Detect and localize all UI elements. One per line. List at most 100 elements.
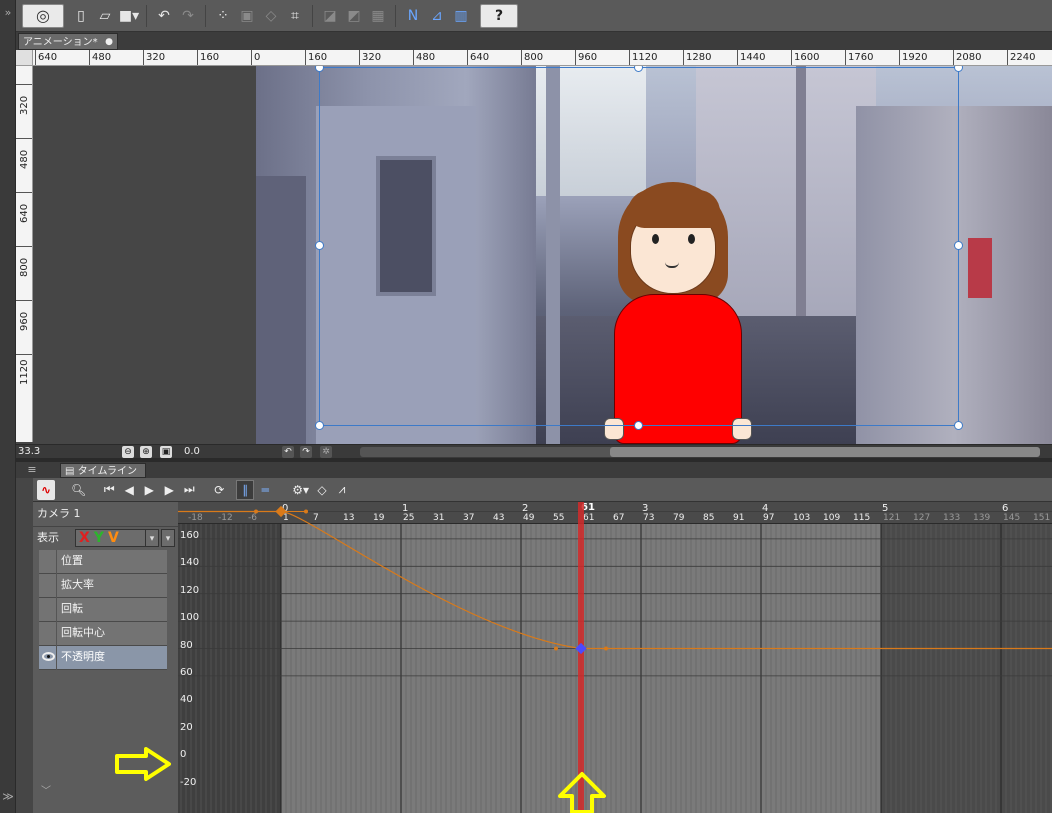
frame-handle[interactable] xyxy=(315,241,324,250)
graph-canvas[interactable] xyxy=(178,502,1052,813)
fit-view-icon[interactable]: ▣ xyxy=(160,446,172,458)
ruler-tick: 480 xyxy=(413,50,435,65)
property-visibility[interactable] xyxy=(39,646,57,670)
y-axis-label: 80 xyxy=(180,639,193,651)
property-row[interactable]: 拡大率 xyxy=(39,574,167,598)
property-row[interactable]: 回転中心 xyxy=(39,622,167,646)
v-axis-toggle[interactable]: V xyxy=(108,529,119,547)
fit-icon[interactable]: ▣ xyxy=(236,4,258,28)
redo-icon[interactable]: ↷ xyxy=(177,4,199,28)
camera-frame[interactable] xyxy=(319,67,959,426)
timeline-tab[interactable]: ▤ タイムライン xyxy=(60,463,146,478)
property-visibility[interactable] xyxy=(39,598,57,622)
document-tab[interactable]: アニメーション* ● xyxy=(18,33,118,50)
ruler-tick: 1280 xyxy=(683,50,711,65)
add-keyframe-icon[interactable]: ◇ xyxy=(313,480,331,500)
property-row[interactable]: 不透明度 xyxy=(39,646,167,670)
first-frame-icon[interactable]: ⏮ xyxy=(100,480,118,500)
property-row[interactable]: 位置 xyxy=(39,550,167,574)
property-visibility[interactable] xyxy=(39,550,57,574)
clear-icon[interactable]: ◪ xyxy=(319,4,341,28)
ruler-tick-label: 320 xyxy=(19,95,30,115)
crop-icon[interactable]: ⌗ xyxy=(284,4,306,28)
keyframe-settings-icon[interactable]: ⚙▾ xyxy=(290,480,311,500)
expand-panel-icon[interactable]: » xyxy=(2,6,14,20)
property-visibility[interactable] xyxy=(39,622,57,646)
display-row: 表示 X Y V ▾ ▾ xyxy=(33,526,178,548)
timeline-icon: ▤ xyxy=(65,466,78,477)
rotate-left-icon[interactable]: ↶ xyxy=(282,446,294,458)
canvas-horizontal-scrollbar[interactable] xyxy=(360,447,1040,457)
transform-icon[interactable]: ⁘ xyxy=(212,4,234,28)
close-tab-icon[interactable]: ● xyxy=(105,34,113,51)
equal-spacing-icon[interactable]: ═ xyxy=(256,480,274,500)
canvas-area[interactable] xyxy=(33,66,1052,444)
select-icon[interactable]: ▦ xyxy=(367,4,389,28)
curve-graph[interactable]: 0 1 2 3 4 5 6 -18 -12 -6 1 7 13 19 25 31 37 43 49 55 61 67 73 7… xyxy=(178,502,1052,813)
mailbox xyxy=(968,238,992,298)
eye-icon[interactable] xyxy=(42,652,55,661)
ruler-tick: 800 xyxy=(521,50,543,65)
ruler-tick: 2080 xyxy=(953,50,981,65)
property-visibility[interactable] xyxy=(39,574,57,598)
ruler-tick-label: 480 xyxy=(19,149,30,169)
frame-handle[interactable] xyxy=(634,421,643,430)
rotate-right-icon[interactable]: ↷ xyxy=(300,446,312,458)
property-label: 拡大率 xyxy=(61,578,94,591)
bezier-handle xyxy=(554,646,558,651)
y-axis-label: 0 xyxy=(180,749,187,761)
panel-edge: » ≫ xyxy=(0,0,16,813)
reset-rotation-icon[interactable]: ✲ xyxy=(320,446,332,458)
previous-frame-icon[interactable]: ◀ xyxy=(120,480,138,500)
ruler-tick: 800 xyxy=(16,246,32,300)
x-axis-toggle[interactable]: X xyxy=(79,529,90,547)
frame-handle[interactable] xyxy=(954,241,963,250)
ruler-tick-label: 640 xyxy=(19,203,30,223)
rotation-angle[interactable]: 0.0 xyxy=(184,445,200,459)
property-row[interactable]: 回転 xyxy=(39,598,167,622)
collapse-panel-icon[interactable]: ≫ xyxy=(2,790,14,806)
door xyxy=(256,176,306,444)
zoom-icon[interactable]: 🔍︎ xyxy=(69,480,88,500)
new-icon[interactable]: ▯ xyxy=(70,4,92,28)
frame-handle[interactable] xyxy=(954,421,963,430)
loop-icon[interactable]: ⟳ xyxy=(210,480,228,500)
zoom-out-icon[interactable]: ⊖ xyxy=(122,446,134,458)
snap-ruler-icon[interactable]: N xyxy=(402,4,424,28)
scrollbar-thumb[interactable] xyxy=(610,447,1040,457)
property-label: 回転中心 xyxy=(61,626,105,639)
edit-icon[interactable]: ◇ xyxy=(260,4,282,28)
next-frame-icon[interactable]: ▶ xyxy=(160,480,178,500)
ruler-tick: 0 xyxy=(251,50,260,65)
y-axis-label: 40 xyxy=(180,694,193,706)
ruler-tick: 480 xyxy=(16,138,32,192)
canvas-status-bar: 33.3 ⊖ ⊕ ▣ 0.0 ↶ ↷ ✲ xyxy=(16,444,1052,458)
undo-icon[interactable]: ↶ xyxy=(153,4,175,28)
camera-track-name[interactable]: カメラ 1 xyxy=(37,504,81,524)
snap-grid-icon[interactable]: ▥ xyxy=(450,4,472,28)
onion-skin-icon[interactable]: ∥ xyxy=(236,479,255,500)
curve-editor-icon[interactable]: ∿ xyxy=(37,479,55,500)
interpolation-icon[interactable]: ⩘ xyxy=(333,480,351,500)
help-button[interactable]: ? xyxy=(480,3,518,28)
scroll-down-icon[interactable]: ﹀ xyxy=(41,782,51,797)
zoom-level[interactable]: 33.3 xyxy=(18,445,40,459)
annotation-arrow-right xyxy=(115,747,171,781)
timeline-toolbar: ∿ 🔍︎ ⏮ ◀ ▶ ▶ ⏭ ⟳ ∥ ═ ⚙▾ ◇ ⩘ xyxy=(33,478,1052,502)
app-logo-icon[interactable]: ◎ xyxy=(22,3,64,28)
snap-special-icon[interactable]: ⊿ xyxy=(426,4,448,28)
last-frame-icon[interactable]: ⏭ xyxy=(180,480,198,500)
play-icon[interactable]: ▶ xyxy=(140,480,158,500)
panel-dropdown-icon[interactable]: ▾ xyxy=(161,529,175,547)
main-toolbar: ◎ ▯ ▱ ■▾ ↶ ↷ ⁘ ▣ ◇ ⌗ ◪ ◩ ▦ N ⊿ ▥ ? xyxy=(16,0,1052,32)
open-icon[interactable]: ▱ xyxy=(94,4,116,28)
zoom-in-icon[interactable]: ⊕ xyxy=(140,446,152,458)
y-axis-label: 100 xyxy=(180,612,200,624)
y-axis-toggle[interactable]: Y xyxy=(94,529,104,547)
panel-menu-icon[interactable]: ≡ xyxy=(22,462,42,478)
axis-dropdown-icon[interactable]: ▾ xyxy=(145,529,159,547)
save-icon[interactable]: ■▾ xyxy=(118,4,140,28)
fill-icon[interactable]: ◩ xyxy=(343,4,365,28)
property-label: 不透明度 xyxy=(61,650,105,663)
frame-handle[interactable] xyxy=(315,421,324,430)
